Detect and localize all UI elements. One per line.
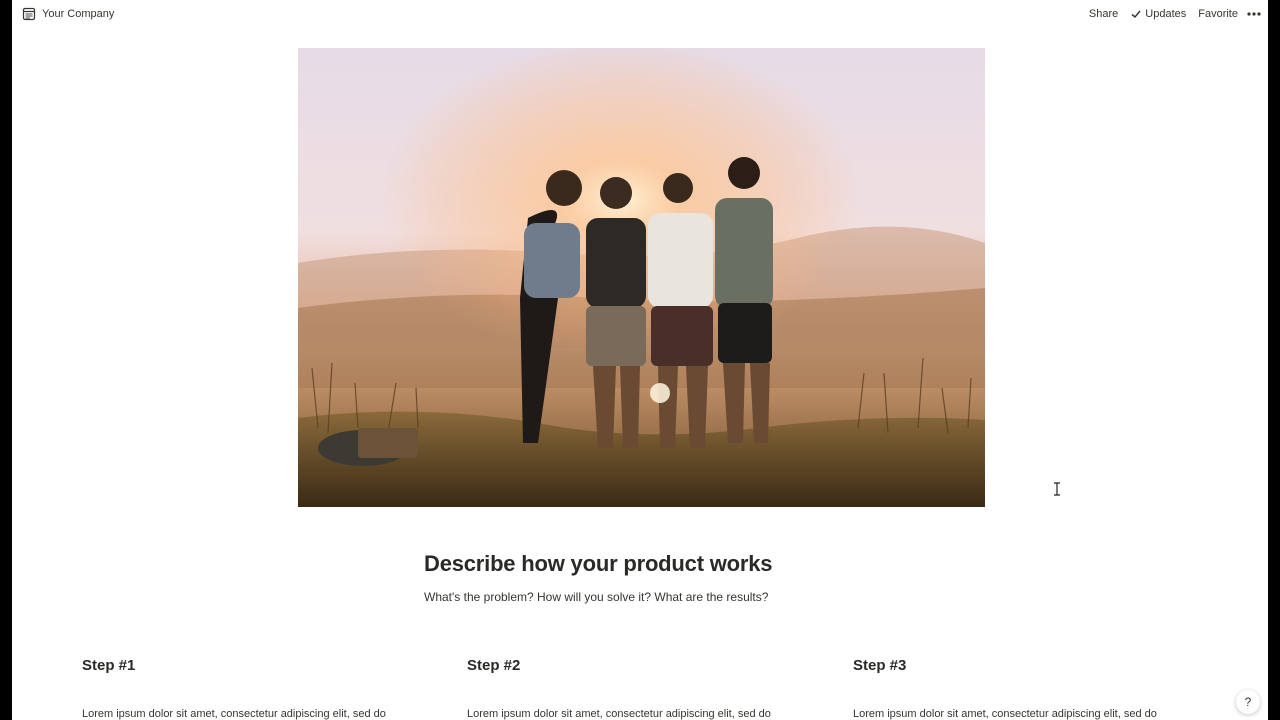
step-1: Step #1 Lorem ipsum dolor sit amet, cons… xyxy=(82,657,442,720)
step-title[interactable]: Step #2 xyxy=(467,657,827,674)
updates-label: Updates xyxy=(1145,8,1187,20)
share-button[interactable]: Share xyxy=(1083,6,1124,22)
topbar-actions: Share Updates Favorite xyxy=(1083,5,1262,23)
step-title[interactable]: Step #1 xyxy=(82,657,442,674)
hero-photo[interactable] xyxy=(298,48,985,507)
help-button[interactable]: ? xyxy=(1236,690,1260,714)
top-bar: Your Company Share Updates Favorite xyxy=(12,0,1268,28)
page-icon xyxy=(22,7,36,21)
breadcrumb-workspace[interactable]: Your Company xyxy=(22,6,114,22)
step-text[interactable]: Lorem ipsum dolor sit amet, consectetur … xyxy=(853,708,1213,720)
more-horizontal-icon[interactable] xyxy=(1246,8,1262,20)
step-title[interactable]: Step #3 xyxy=(853,657,1213,674)
page: Your Company Share Updates Favorite Desc… xyxy=(12,0,1268,720)
updates-button[interactable]: Updates xyxy=(1124,6,1192,22)
check-icon xyxy=(1130,8,1142,20)
step-3: Step #3 Lorem ipsum dolor sit amet, cons… xyxy=(853,657,1213,720)
text-cursor-icon xyxy=(1053,482,1061,496)
section-title[interactable]: Describe how your product works xyxy=(424,551,773,577)
step-text[interactable]: Lorem ipsum dolor sit amet, consectetur … xyxy=(82,708,442,720)
section-subtitle[interactable]: What's the problem? How will you solve i… xyxy=(424,590,768,604)
step-text[interactable]: Lorem ipsum dolor sit amet, consectetur … xyxy=(467,708,827,720)
workspace-name: Your Company xyxy=(42,8,115,20)
favorite-button[interactable]: Favorite xyxy=(1192,6,1244,22)
step-2: Step #2 Lorem ipsum dolor sit amet, cons… xyxy=(467,657,827,720)
